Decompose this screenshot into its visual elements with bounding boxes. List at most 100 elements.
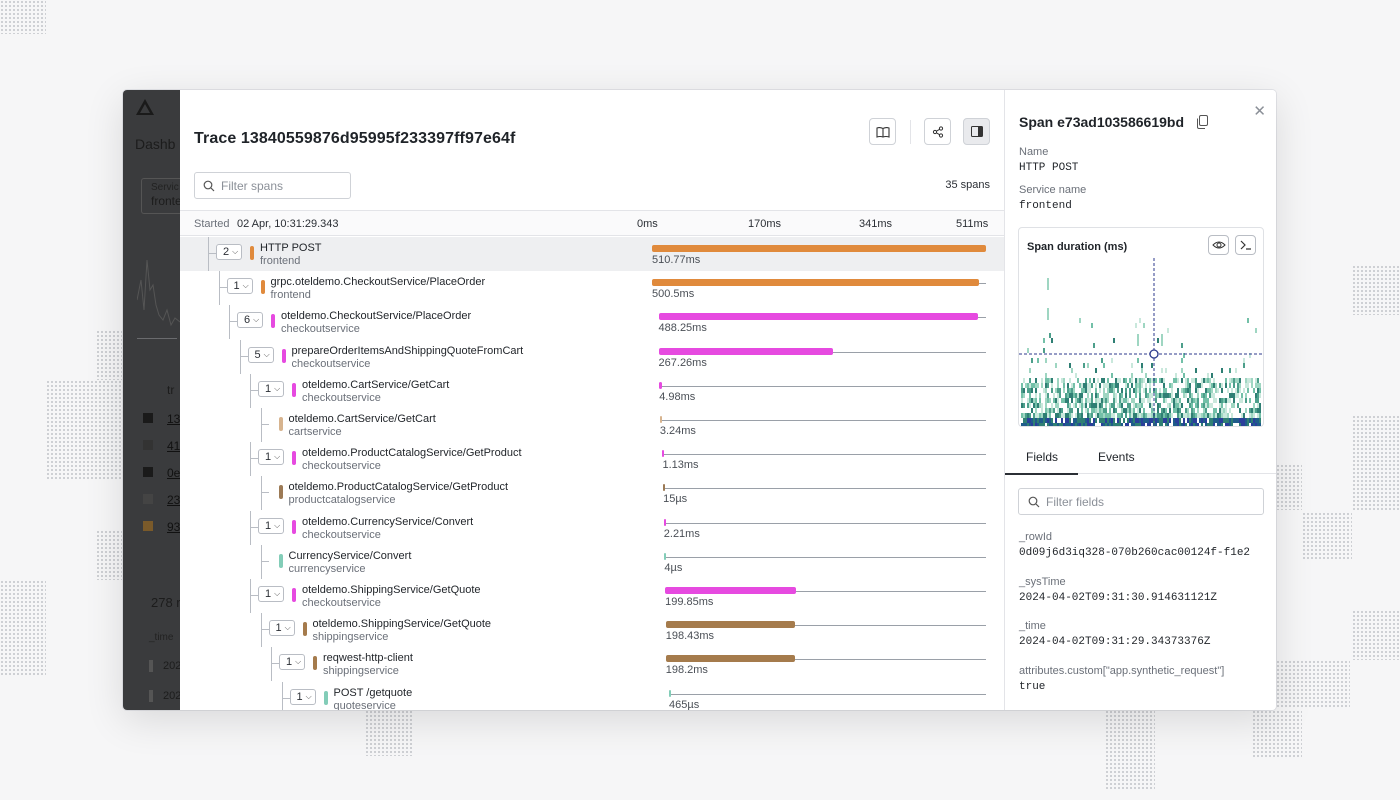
filter-spans-input-wrap[interactable] [194, 172, 351, 199]
collapse-children-button[interactable]: 1 ⌵ [258, 517, 285, 534]
heatmap-cell [1235, 368, 1237, 373]
share-button[interactable] [924, 118, 951, 145]
heatmap-cell [1233, 383, 1235, 388]
heatmap-cell [1095, 388, 1097, 393]
tab-fields[interactable]: Fields [1026, 450, 1058, 464]
tree-guide [281, 697, 290, 699]
heatmap-cell [1213, 383, 1215, 388]
tab-events[interactable]: Events [1098, 450, 1135, 464]
tree-guide [260, 424, 269, 425]
collapse-children-button[interactable]: 5 ⌵ [247, 346, 274, 363]
collapse-children-button[interactable]: 1 ⌵ [258, 586, 285, 602]
heatmap-cell [1099, 403, 1101, 408]
child-count: 5 [254, 348, 261, 361]
span-row[interactable]: 1 ⌵ reqwest-http-client shippingservice 198.… [180, 647, 1004, 682]
span-row[interactable]: 1 ⌵ POST /getquote quoteservice 465µs [180, 681, 1004, 710]
heatmap-cell [1197, 383, 1199, 388]
span-detail-panel: Span e73ad103586619bd ✕ Name HTTP POST S… [1004, 90, 1276, 710]
heatmap-cell [1249, 378, 1251, 383]
heatmap-cell [1047, 308, 1049, 320]
heatmap-cell [1239, 398, 1241, 403]
span-service: cartservice [288, 426, 342, 438]
heatmap-cell [1079, 418, 1081, 423]
span-duration: 1.13ms [662, 459, 699, 472]
timeline-track [663, 488, 986, 490]
span-row[interactable]: 1 ⌵ oteldemo.CartService/GetCart checkoutse… [180, 373, 1004, 408]
heatmap-cell [1033, 418, 1035, 423]
span-row[interactable]: 1 ⌵ oteldemo.ProductCatalogService/GetProd… [180, 442, 1004, 477]
heatmap-cell [1043, 388, 1045, 393]
toggle-detail-panel-button[interactable] [963, 118, 990, 145]
tree-guide [260, 492, 269, 494]
bg-row-marker [143, 521, 153, 531]
heatmap-cell [1163, 398, 1165, 403]
heatmap-cell [1127, 398, 1129, 403]
app-window: Dashb Servic fronte tr 13 41 0e 23 93 27… [123, 90, 1276, 710]
span-row[interactable]: oteldemo.ProductCatalogService/GetProduc… [180, 476, 1004, 511]
collapse-children-button[interactable]: 6 ⌵ [237, 312, 264, 329]
heatmap-cell [1103, 413, 1105, 418]
heatmap-cell [1043, 348, 1045, 353]
heatmap-cell [1047, 278, 1049, 290]
heatmap-cell [1057, 403, 1059, 408]
heatmap-cell [1067, 418, 1069, 423]
heatmap-cell [1131, 408, 1133, 413]
heatmap-cell [1051, 423, 1053, 426]
collapse-children-button[interactable]: 1 ⌵ [226, 278, 253, 295]
span-row[interactable]: oteldemo.CartService/GetCart cartservice 3… [180, 408, 1004, 442]
span-row[interactable]: 2 ⌵ HTTP POST frontend 510.77ms [180, 237, 1004, 271]
heatmap-cell [1043, 338, 1045, 343]
heatmap-cell [1041, 378, 1043, 383]
query-button[interactable] [1235, 235, 1256, 255]
heatmap-cell [1021, 423, 1023, 426]
duration-heatmap [1019, 258, 1263, 426]
heatmap-cell [1219, 413, 1221, 418]
heatmap-cell [1067, 403, 1069, 408]
service-color-tag [292, 588, 296, 602]
heatmap-cell [1123, 418, 1125, 423]
heatmap-cell [1061, 398, 1063, 403]
heatmap-cell [1215, 383, 1217, 388]
heatmap-cell [1255, 328, 1257, 333]
heatmap-cell [1073, 423, 1075, 426]
collapse-children-button[interactable]: 2 ⌵ [216, 244, 243, 260]
heatmap-cell [1055, 388, 1057, 393]
filter-spans-input[interactable] [221, 178, 341, 193]
heatmap-cell [1155, 393, 1157, 398]
collapse-children-button[interactable]: 1 ⌵ [279, 654, 306, 671]
heatmap-cell [1177, 413, 1179, 418]
heatmap-cell [1229, 423, 1231, 426]
heatmap-cell [1105, 393, 1107, 398]
collapse-children-button[interactable]: 1 ⌵ [268, 620, 295, 637]
span-row[interactable]: 5 ⌵ prepareOrderItemsAndShippingQuoteFromC… [180, 339, 1004, 374]
docs-button[interactable] [869, 118, 896, 145]
heatmap-cell [1167, 418, 1169, 423]
heatmap-cell [1043, 413, 1045, 418]
heatmap-cell [1057, 393, 1059, 398]
filter-fields-input-wrap[interactable] [1018, 488, 1264, 515]
collapse-children-button[interactable]: 1 ⌵ [258, 449, 285, 466]
heatmap-cell [1247, 388, 1249, 393]
collapse-children-button[interactable]: 1 ⌵ [258, 380, 285, 397]
filter-fields-input[interactable] [1046, 494, 1246, 509]
span-row[interactable]: 1 ⌵ oteldemo.ShippingService/GetQuote shipp… [180, 613, 1004, 648]
span-row[interactable]: 6 ⌵ oteldemo.CheckoutService/PlaceOrder che… [180, 305, 1004, 340]
span-row[interactable]: 1 ⌵ oteldemo.CurrencyService/Convert checko… [180, 510, 1004, 545]
span-row[interactable]: 1 ⌵ grpc.oteldemo.CheckoutService/PlaceOrd… [180, 271, 1004, 306]
span-row[interactable]: CurrencyService/Convert currencyservice 4µ… [180, 544, 1004, 579]
heatmap-cell [1211, 423, 1213, 426]
heatmap-cell [1255, 423, 1257, 426]
heatmap-cell [1025, 413, 1027, 418]
heatmap-cell [1097, 398, 1099, 403]
copy-icon[interactable] [1196, 115, 1209, 129]
heatmap-cell [1235, 418, 1237, 423]
heatmap-cell [1137, 418, 1139, 423]
view-button[interactable] [1208, 235, 1229, 255]
heatmap-cell [1165, 368, 1167, 373]
heatmap-cell [1041, 413, 1043, 418]
heatmap-cell [1255, 383, 1257, 388]
close-icon[interactable]: ✕ [1253, 102, 1266, 120]
span-row[interactable]: 1 ⌵ oteldemo.ShippingService/GetQuote check… [180, 579, 1004, 613]
collapse-children-button[interactable]: 1 ⌵ [289, 688, 316, 705]
heatmap-cell [1119, 378, 1121, 383]
